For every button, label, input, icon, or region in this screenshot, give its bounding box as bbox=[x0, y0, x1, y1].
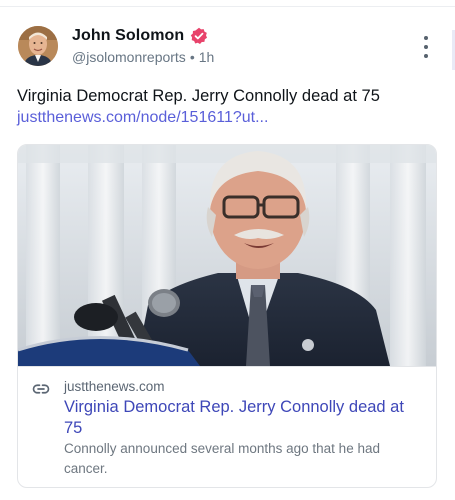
author-meta: @jsolomonreports • 1h bbox=[72, 49, 214, 65]
more-dot bbox=[424, 45, 428, 49]
link-preview-title[interactable]: Virginia Democrat Rep. Jerry Connolly de… bbox=[64, 397, 424, 439]
author-display-name[interactable]: John Solomon bbox=[72, 27, 184, 45]
avatar-photo-icon bbox=[18, 26, 58, 66]
verified-badge-icon bbox=[190, 27, 208, 45]
link-icon bbox=[32, 380, 50, 398]
post-card: John Solomon @jsolomonreports • 1h Virgini… bbox=[0, 0, 455, 500]
more-vertical-icon[interactable] bbox=[421, 36, 431, 58]
link-preview-body[interactable]: justthenews.com Virginia Democrat Rep. J… bbox=[18, 366, 436, 487]
more-dot bbox=[424, 36, 428, 40]
author-handle[interactable]: @jsolomonreports bbox=[72, 49, 186, 65]
more-dot bbox=[424, 54, 428, 58]
post-text: Virginia Democrat Rep. Jerry Connolly de… bbox=[17, 87, 380, 105]
post-timestamp[interactable]: 1h bbox=[199, 49, 215, 65]
link-preview-domain: justthenews.com bbox=[64, 379, 165, 394]
post-link[interactable]: justthenews.com/node/151611?ut... bbox=[17, 108, 268, 128]
article-photo[interactable] bbox=[18, 145, 436, 366]
link-preview-description: Connolly announced several months ago th… bbox=[64, 441, 380, 476]
author-name-row: John Solomon bbox=[72, 27, 208, 45]
avatar[interactable] bbox=[18, 26, 58, 66]
meta-separator: • bbox=[189, 49, 195, 65]
divider bbox=[0, 6, 455, 7]
link-preview-card[interactable]: justthenews.com Virginia Democrat Rep. J… bbox=[17, 144, 437, 488]
